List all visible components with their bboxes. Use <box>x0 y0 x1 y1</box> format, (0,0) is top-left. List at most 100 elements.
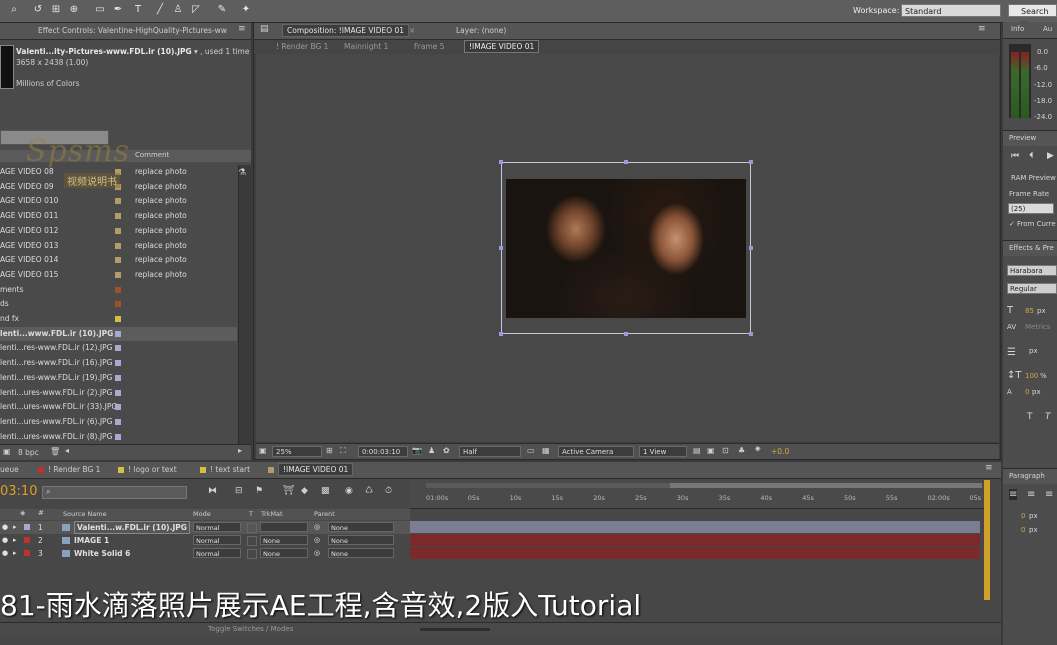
motion-blur-icon[interactable]: ▩ <box>321 486 330 496</box>
grid-icon[interactable]: ⊞ <box>326 446 333 455</box>
layer-trkmat-select[interactable]: None <box>260 535 308 545</box>
layer-mode-select[interactable]: Normal <box>193 522 241 532</box>
from-current-checkbox[interactable]: ✓ <box>1009 220 1015 228</box>
tab-layer[interactable]: Layer: (none) <box>456 26 506 35</box>
space-before-value[interactable]: 0 <box>1021 526 1025 534</box>
layer-source-name[interactable]: White Solid 6 <box>74 547 130 560</box>
layer-label-color[interactable] <box>24 524 30 530</box>
label-color-swatch[interactable] <box>115 374 121 381</box>
frame-blending-icon[interactable]: ◆ <box>301 486 308 496</box>
layer-parent-select[interactable]: None <box>328 522 394 532</box>
project-list-item[interactable]: AGE VIDEO 011 replace photo <box>0 209 237 224</box>
transform-handle[interactable] <box>499 160 503 164</box>
search-help-input[interactable]: Search H <box>1008 4 1057 29</box>
project-list-item[interactable]: lenti...ures-www.FDL.ir (2).JPG <box>0 386 237 401</box>
project-list-item[interactable]: lenti...res-www.FDL.ir (12).JPG <box>0 341 237 356</box>
composition-close-icon[interactable]: × <box>409 26 415 35</box>
rectangle-tool-icon[interactable]: ▭ <box>94 4 106 16</box>
channel-icon[interactable]: ✿ <box>443 446 450 455</box>
label-color-swatch[interactable] <box>115 360 121 367</box>
transparency-grid-icon[interactable]: ▦ <box>542 446 550 455</box>
mask-visibility-icon[interactable]: ⛶ <box>340 446 346 456</box>
rotate-tool-icon[interactable]: ↺ <box>32 4 44 16</box>
label-color-swatch[interactable] <box>115 271 121 278</box>
layer-trkmat-select[interactable]: None <box>260 548 308 558</box>
project-list-item[interactable]: lenti...ures-www.FDL.ir (6).JPG <box>0 415 237 430</box>
camera-view-select[interactable]: Active Camera <box>558 446 634 457</box>
comp-panel-menu-icon[interactable]: ≡ <box>978 24 986 34</box>
tab-paragraph[interactable]: Paragraph <box>1009 472 1045 480</box>
project-list-item[interactable]: ments <box>0 283 237 298</box>
label-color-swatch[interactable] <box>115 418 121 425</box>
tab-text-start[interactable]: ! text start <box>210 465 250 474</box>
ram-preview-options[interactable]: RAM Preview <box>1011 174 1056 182</box>
layer-mode-select[interactable]: Normal <box>193 548 241 558</box>
label-color-swatch[interactable] <box>115 316 121 322</box>
tab-render-bg[interactable]: ! Render BG 1 <box>48 465 100 474</box>
fast-previews-icon[interactable]: ▣ <box>707 446 715 455</box>
always-preview-icon[interactable]: ▣ <box>259 446 267 455</box>
flowchart-view-icon[interactable]: ♣ <box>738 446 745 455</box>
mode-header[interactable]: Mode <box>193 510 211 518</box>
breadcrumb-frame[interactable]: Frame 5 <box>414 42 445 51</box>
comp-mini-flowchart-icon[interactable]: ⧓ <box>208 486 217 496</box>
show-snapshot-icon[interactable]: ♟ <box>428 446 435 455</box>
project-list-item[interactable]: lenti...res-www.FDL.ir (16).JPG <box>0 356 237 371</box>
label-color-swatch[interactable] <box>115 227 121 234</box>
tab-composition[interactable]: Composition: !IMAGE VIDEO 01 <box>282 24 410 37</box>
label-color-swatch[interactable] <box>115 389 121 396</box>
layer-source-name[interactable]: Valenti...w.FDL.ir (10).JPG <box>74 521 190 534</box>
view-layout-select[interactable]: 1 View <box>639 446 687 457</box>
label-color-swatch[interactable] <box>115 213 121 220</box>
indent-left-value[interactable]: 0 <box>1021 512 1025 520</box>
timeline-icon[interactable]: ⊡ <box>722 446 729 455</box>
layer-parent-select[interactable]: None <box>328 535 394 545</box>
font-style-select[interactable]: Regular <box>1007 283 1057 294</box>
pickwhip-icon[interactable]: ◎ <box>314 547 320 560</box>
layer-source-name[interactable]: IMAGE 1 <box>74 534 109 547</box>
visibility-eye-icon[interactable]: ● <box>2 547 8 560</box>
parent-header[interactable]: Parent <box>314 510 335 518</box>
align-left-icon[interactable]: ≡ <box>1009 489 1018 500</box>
faux-bold-icon[interactable]: T <box>1027 412 1033 422</box>
project-list-item[interactable]: lenti...ures-www.FDL.ir (33).JPG <box>0 400 237 415</box>
pen-tool-icon[interactable]: ✒ <box>112 4 124 16</box>
expand-twirl-icon[interactable]: ▸ <box>13 521 17 534</box>
layer-trkmat-select[interactable] <box>260 522 308 532</box>
layer-bar-3[interactable] <box>410 547 980 559</box>
pan-behind-tool-icon[interactable]: ⊕ <box>68 4 80 16</box>
breadcrumb-image-video[interactable]: !IMAGE VIDEO 01 <box>464 40 540 53</box>
clone-stamp-tool-icon[interactable]: ♙ <box>172 4 184 16</box>
resolution-select[interactable]: Half <box>459 446 521 457</box>
frame-rate-select[interactable]: (25) <box>1008 203 1054 214</box>
pickwhip-icon[interactable]: ◎ <box>314 521 320 534</box>
preserve-transparency-checkbox[interactable] <box>247 536 257 546</box>
layer-bar-1[interactable] <box>410 521 980 533</box>
label-color-swatch[interactable] <box>115 345 121 352</box>
bit-depth-button[interactable]: 8 bpc <box>18 448 39 457</box>
label-color-swatch[interactable] <box>115 330 121 337</box>
label-color-swatch[interactable] <box>115 198 121 205</box>
zoom-tool-icon[interactable]: ⌕ <box>8 4 20 16</box>
project-list-item[interactable]: lenti...ures-www.FDL.ir (8).JPG <box>0 430 237 445</box>
exposure-icon[interactable]: ✷ <box>754 445 762 455</box>
draft-3d-icon[interactable]: ⚑ <box>255 486 263 496</box>
first-frame-icon[interactable]: ⏮ <box>1011 151 1019 161</box>
puppet-pin-tool-icon[interactable]: ✦ <box>240 4 252 16</box>
project-list-item[interactable]: nd fx <box>0 312 237 327</box>
source-name-header[interactable]: Source Name <box>63 510 107 518</box>
transform-handle[interactable] <box>749 160 753 164</box>
expand-twirl-icon[interactable]: ▸ <box>13 547 17 560</box>
font-family-select[interactable]: Harabara <box>1007 265 1057 276</box>
project-list-item[interactable]: lenti...www.FDL.ir (10).JPG <box>0 326 237 342</box>
graph-editor-icon[interactable]: ◉ <box>345 486 353 496</box>
lock-icon[interactable]: ▤ <box>260 24 269 34</box>
delete-icon[interactable]: 🗑 <box>50 447 60 456</box>
project-list-item[interactable]: AGE VIDEO 014 replace photo <box>0 253 237 268</box>
faux-italic-icon[interactable]: T <box>1045 412 1051 422</box>
exposure-value[interactable]: +0.0 <box>771 447 789 456</box>
text-tool-icon[interactable]: T <box>132 4 144 16</box>
layer-mode-select[interactable]: Normal <box>193 535 241 545</box>
transform-handle[interactable] <box>624 160 628 164</box>
visibility-eye-icon[interactable]: ● <box>2 521 8 534</box>
